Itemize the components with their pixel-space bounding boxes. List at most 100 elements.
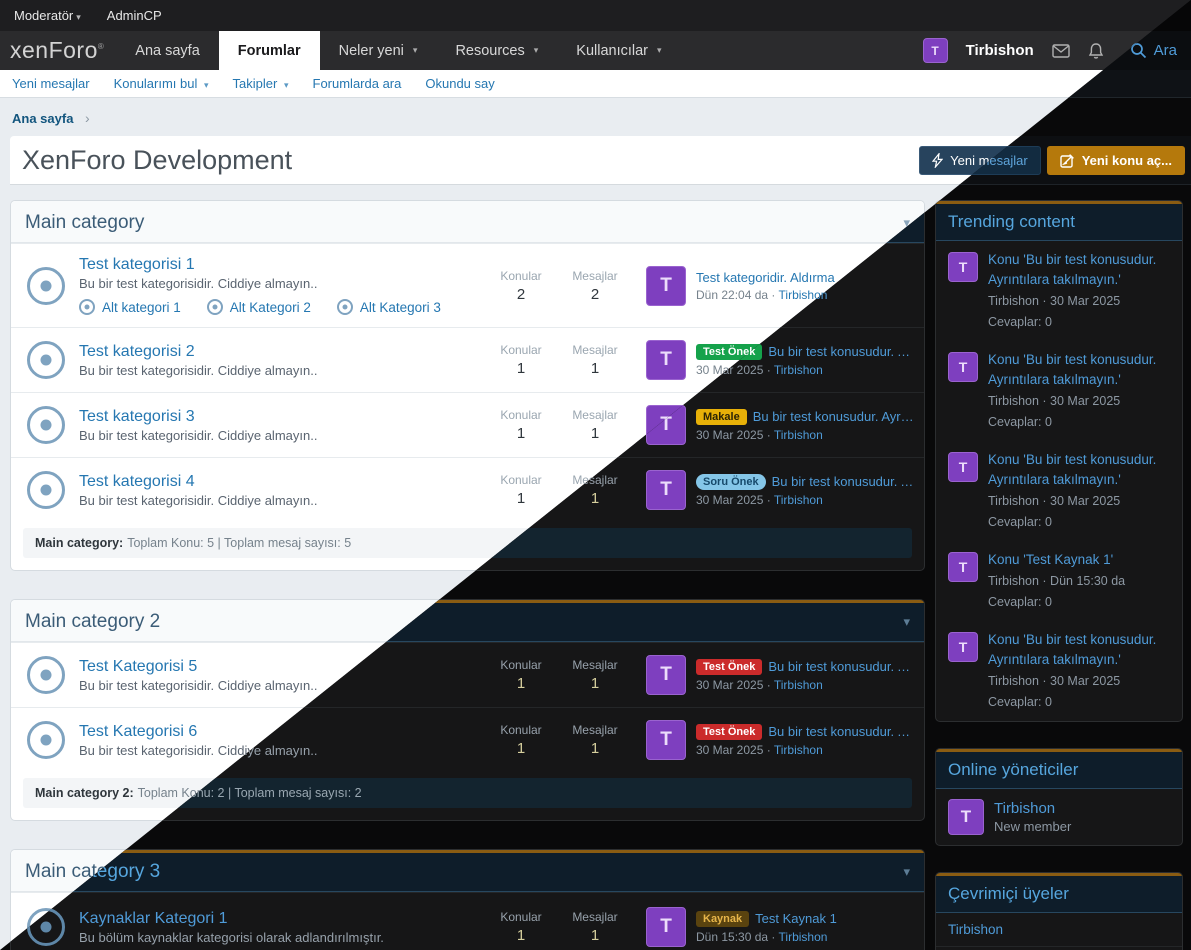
new-thread-button[interactable]: Yeni konu aç...	[1047, 146, 1185, 175]
trending-thread-link[interactable]: Konu 'Bu bir test konusudur. Ayrıntılara…	[988, 630, 1170, 670]
latest-thread-link[interactable]: Bu bir test konusudur. Ay...	[768, 344, 914, 359]
latest-thread-link[interactable]: Bu bir test konusudur. Ayrın...	[753, 409, 914, 424]
latest-thread-link[interactable]: Test kategoridir. Aldırma	[696, 270, 835, 285]
forum-title-link[interactable]: Test Kategorisi 5	[79, 658, 197, 676]
latest-user-link[interactable]: Tirbishon	[779, 930, 828, 944]
forum-title-link[interactable]: Test kategorisi 2	[79, 343, 195, 361]
topics-label: Konular	[484, 658, 558, 672]
topics-label: Konular	[484, 343, 558, 357]
prefix-badge[interactable]: Makale	[696, 409, 747, 425]
avatar[interactable]: T	[948, 632, 978, 662]
prefix-badge[interactable]: Kaynak	[696, 911, 749, 927]
admincp-link[interactable]: AdminCP	[107, 8, 162, 23]
forum-stats: Konular2 Mesajlar2	[484, 269, 632, 303]
tab-resources[interactable]: Resources▾	[436, 31, 557, 70]
collapse-toggle-icon[interactable]: ▾	[903, 864, 910, 880]
moderator-menu[interactable]: Moderatör▾	[14, 8, 81, 23]
conversations-icon[interactable]	[1052, 44, 1070, 58]
forum-title-link[interactable]: Test kategorisi 3	[79, 408, 195, 426]
screenshot-stage: Moderatör▾ AdminCP xenForo® Ana sayfa Fo…	[0, 0, 1191, 950]
subforum-link[interactable]: Alt Kategori 2	[207, 299, 311, 315]
trending-replies: Cevaplar: 0	[988, 593, 1125, 612]
trending-item: T Konu 'Test Kaynak 1' Tirbishon · Dün 1…	[936, 541, 1182, 621]
forum-stats: Konular1 Mesajlar1	[484, 408, 632, 442]
subforum-link[interactable]: Alt kategori 1	[79, 299, 181, 315]
avatar[interactable]: T	[948, 452, 978, 482]
trending-item: T Konu 'Bu bir test konusudur. Ayrıntıla…	[936, 341, 1182, 441]
trending-replies: Cevaplar: 0	[988, 513, 1170, 532]
latest-user-link[interactable]: Tirbishon	[774, 428, 823, 442]
latest-thread-link[interactable]: Bu bir test konusudur. Ay...	[768, 659, 914, 674]
subforum-link[interactable]: Alt Kategori 3	[337, 299, 441, 315]
avatar[interactable]: T	[646, 340, 686, 380]
forum-title-link[interactable]: Kaynaklar Kategori 1	[79, 910, 228, 928]
alerts-bell-icon[interactable]	[1088, 42, 1104, 60]
compose-icon	[1060, 153, 1075, 168]
sub-navbar: Yeni mesajlar Konularımı bul ▾ Takipler …	[0, 70, 1191, 98]
messages-label: Mesajlar	[558, 910, 632, 924]
trending-thread-link[interactable]: Konu 'Bu bir test konusudur. Ayrıntılara…	[988, 250, 1170, 290]
prefix-badge[interactable]: Test Önek	[696, 724, 762, 740]
avatar[interactable]: T	[923, 38, 948, 63]
avatar[interactable]: T	[948, 552, 978, 582]
subnav-search-forums[interactable]: Forumlarda ara	[313, 76, 402, 91]
forum-title-link[interactable]: Test kategorisi 1	[79, 256, 195, 274]
staff-item: T Tirbishon New member	[936, 789, 1182, 845]
trending-thread-link[interactable]: Konu 'Bu bir test konusudur. Ayrıntılara…	[988, 450, 1170, 490]
avatar[interactable]: T	[646, 655, 686, 695]
avatar[interactable]: T	[646, 907, 686, 947]
topics-count: 1	[484, 675, 558, 692]
topics-count: 2	[484, 286, 558, 303]
xenforo-logo[interactable]: xenForo®	[0, 37, 116, 64]
forum-title-link[interactable]: Test kategorisi 4	[79, 473, 195, 491]
subnav-find-threads[interactable]: Konularımı bul ▾	[114, 76, 209, 91]
latest-user-link[interactable]: Tirbishon	[774, 363, 823, 377]
trending-item: T Konu 'Bu bir test konusudur. Ayrıntıla…	[936, 621, 1182, 721]
messages-count: 1	[558, 360, 632, 377]
topics-count: 1	[484, 490, 558, 507]
latest-thread-link[interactable]: Bu bir test konusudur. Ay...	[772, 474, 914, 489]
avatar[interactable]: T	[646, 720, 686, 760]
latest-user-link[interactable]: Tirbishon	[774, 493, 823, 507]
topics-count: 1	[484, 360, 558, 377]
prefix-badge[interactable]: Soru Önek	[696, 474, 766, 490]
topics-count: 1	[484, 740, 558, 757]
subnav-new-posts[interactable]: Yeni mesajlar	[12, 76, 90, 91]
forum-description: Bu bir test kategorisidir. Ciddiye almay…	[79, 363, 484, 378]
tab-users[interactable]: Kullanıcılar▾	[557, 31, 680, 70]
category-title: Main category	[25, 212, 144, 234]
staff-user-link[interactable]: Tirbishon	[994, 800, 1071, 817]
messages-count: 1	[558, 425, 632, 442]
latest-thread-link[interactable]: Test Kaynak 1	[755, 911, 837, 926]
subforum-status-icon	[207, 299, 223, 315]
topics-label: Konular	[484, 910, 558, 924]
collapse-toggle-icon[interactable]: ▾	[903, 614, 910, 630]
topics-label: Konular	[484, 723, 558, 737]
prefix-badge[interactable]: Test Önek	[696, 659, 762, 675]
latest-thread-link[interactable]: Bu bir test konusudur. Ay...	[768, 724, 914, 739]
tab-forums[interactable]: Forumlar	[219, 31, 320, 70]
member-link[interactable]: Tirbishon	[948, 922, 1003, 937]
avatar[interactable]: T	[948, 799, 984, 835]
avatar[interactable]: T	[646, 470, 686, 510]
latest-user-link[interactable]: Tirbishon	[774, 743, 823, 757]
avatar[interactable]: T	[948, 352, 978, 382]
trending-thread-link[interactable]: Konu 'Test Kaynak 1'	[988, 550, 1125, 570]
subnav-watched[interactable]: Takipler ▾	[233, 76, 289, 91]
tab-home[interactable]: Ana sayfa	[116, 31, 219, 70]
breadcrumb-home[interactable]: Ana sayfa	[12, 111, 73, 126]
trending-meta: Tirbishon · 30 Mar 2025	[988, 672, 1170, 691]
chevron-down-icon: ▾	[284, 80, 289, 90]
forum-status-icon	[27, 721, 65, 759]
account-menu[interactable]: Tirbishon	[966, 42, 1034, 59]
avatar[interactable]: T	[948, 252, 978, 282]
forum-title-link[interactable]: Test Kategorisi 6	[79, 723, 197, 741]
subnav-mark-read[interactable]: Okundu say	[425, 76, 494, 91]
tab-whats-new[interactable]: Neler yeni▾	[320, 31, 437, 70]
avatar[interactable]: T	[646, 266, 686, 306]
latest-user-link[interactable]: Tirbishon	[774, 678, 823, 692]
messages-count: 1	[558, 740, 632, 757]
trending-thread-link[interactable]: Konu 'Bu bir test konusudur. Ayrıntılara…	[988, 350, 1170, 390]
nav-tabs: Ana sayfa Forumlar Neler yeni▾ Resources…	[116, 31, 680, 70]
subforum-list: Alt kategori 1 Alt Kategori 2 Alt Katego…	[79, 299, 484, 315]
